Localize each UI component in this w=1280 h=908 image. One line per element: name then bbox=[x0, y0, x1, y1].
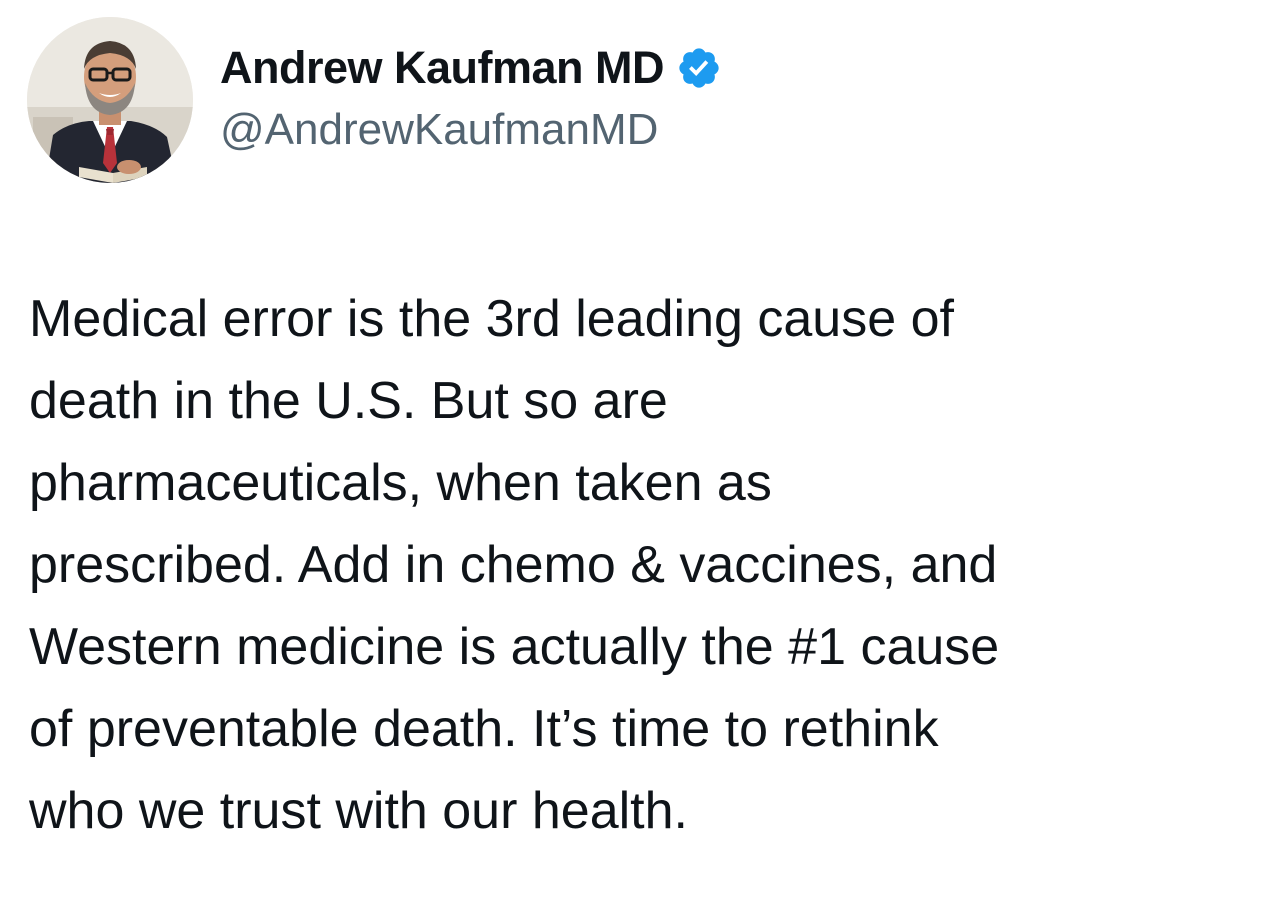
tweet-text-line: who we trust with our health. bbox=[29, 782, 688, 840]
tweet-text-line: of preventable death. It’s time to rethi… bbox=[29, 700, 939, 758]
avatar-photo bbox=[27, 17, 193, 183]
tweet-text-line: prescribed. Add in chemo & vaccines, and bbox=[29, 536, 998, 594]
author-display-name[interactable]: Andrew Kaufman MD bbox=[220, 42, 665, 94]
tweet-text-line: pharmaceuticals, when taken as bbox=[29, 454, 772, 512]
tweet-text-line: death in the U.S. But so are bbox=[29, 372, 668, 430]
tweet-text-line: Western medicine is actually the #1 caus… bbox=[29, 618, 1000, 676]
author-avatar[interactable] bbox=[27, 17, 193, 183]
tweet-text-line: Medical error is the 3rd leading cause o… bbox=[29, 290, 954, 348]
verified-badge-icon bbox=[679, 48, 719, 88]
author-name-row: Andrew Kaufman MD bbox=[220, 38, 722, 98]
tweet-card: Andrew Kaufman MD @AndrewKaufmanMD Medic… bbox=[0, 0, 1280, 908]
tweet-text: Medical error is the 3rd leading cause o… bbox=[29, 278, 1259, 852]
author-handle[interactable]: @AndrewKaufmanMD bbox=[220, 105, 658, 155]
